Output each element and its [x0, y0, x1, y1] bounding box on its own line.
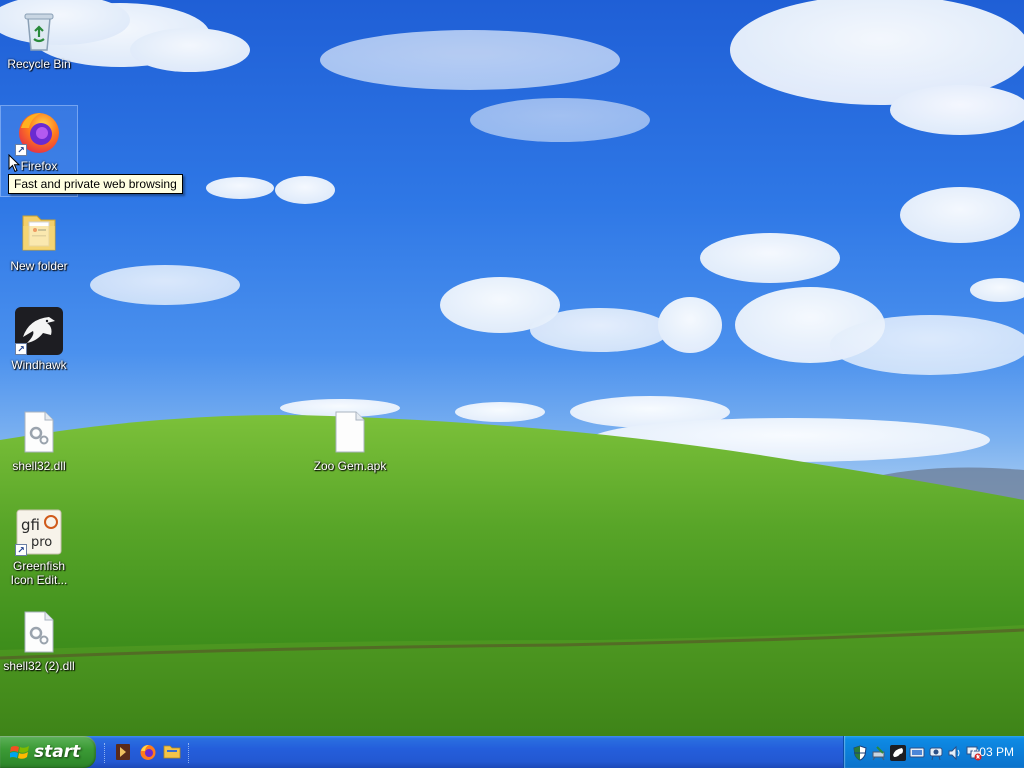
windhawk-tray-icon: [890, 745, 906, 761]
desktop-icon-shell32-2[interactable]: shell32 (2).dll: [1, 606, 77, 696]
desktop-icon-windhawk[interactable]: ↗ Windhawk: [1, 305, 77, 395]
desktop-icon-label: Zoo Gem.apk: [313, 459, 387, 473]
desktop-icon-greenfish[interactable]: gfi pro ↗ Greenfish Icon Edit...: [1, 506, 77, 596]
network-icon: [909, 747, 925, 758]
svg-text:pro: pro: [31, 535, 52, 550]
svg-text:gfi: gfi: [21, 516, 40, 534]
folder-icon: [15, 208, 63, 256]
quick-launch-media-player[interactable]: [114, 743, 132, 761]
dll-file-icon: [15, 608, 63, 656]
desktop-icon-label: shell32.dll: [12, 459, 66, 473]
start-button[interactable]: start: [0, 736, 96, 768]
desktop-icon-label: Windhawk: [11, 358, 67, 372]
security-shield-icon: [853, 745, 867, 761]
quick-launch-file-explorer[interactable]: [163, 743, 181, 761]
desktop-icon-label: Recycle Bin: [7, 57, 71, 71]
media-player-icon: [116, 744, 130, 760]
greenfish-icon: gfi pro ↗: [15, 508, 63, 556]
dll-file-icon: [15, 408, 63, 456]
desktop[interactable]: Recycle Bin ↗ Firefox New folder ↗ Windh…: [0, 0, 1024, 736]
quick-launch-firefox[interactable]: [139, 743, 157, 761]
recycle-bin-icon: [15, 6, 63, 54]
file-explorer-icon: [163, 745, 181, 759]
firefox-icon: ↗: [15, 108, 63, 156]
system-tray: 7:03 PM: [843, 736, 1024, 768]
blank-file-icon: [326, 408, 374, 456]
desktop-icon-shell32[interactable]: shell32.dll: [1, 406, 77, 496]
bliss-wallpaper: [0, 0, 1024, 736]
toolbar-separator: [104, 743, 107, 763]
tray-clock[interactable]: 7:03 PM: [969, 736, 1014, 768]
desktop-icon-label: shell32 (2).dll: [3, 659, 75, 673]
tray-windhawk[interactable]: [890, 745, 906, 761]
volume-icon: [948, 745, 960, 761]
start-label: start: [34, 742, 81, 762]
desktop-icon-recycle-bin[interactable]: Recycle Bin: [1, 4, 77, 94]
desktop-icon-new-folder[interactable]: New folder: [1, 206, 77, 296]
desktop-icon-label: New folder: [10, 259, 68, 273]
tooltip: Fast and private web browsing: [8, 174, 183, 194]
tray-webcam[interactable]: [928, 745, 944, 761]
desktop-icon-zoo-gem[interactable]: Zoo Gem.apk: [312, 406, 388, 496]
windows-logo-icon: [10, 746, 29, 759]
toolbar-separator: [188, 743, 191, 763]
firefox-icon: [140, 745, 156, 760]
tray-network[interactable]: [909, 745, 925, 761]
windhawk-icon: ↗: [15, 307, 63, 355]
shortcut-arrow-icon: ↗: [15, 343, 27, 355]
tray-security-shield[interactable]: [852, 745, 868, 761]
safely-remove-hardware-icon: [872, 746, 885, 761]
shortcut-arrow-icon: ↗: [15, 544, 27, 556]
webcam-icon: [929, 747, 943, 761]
mouse-cursor-icon: [8, 154, 21, 173]
tray-volume[interactable]: [947, 745, 963, 761]
tray-safely-remove-hardware[interactable]: [871, 745, 887, 761]
taskbar[interactable]: start 7:03 PM: [0, 736, 1024, 768]
desktop-icon-label: Greenfish Icon Edit...: [10, 559, 68, 587]
